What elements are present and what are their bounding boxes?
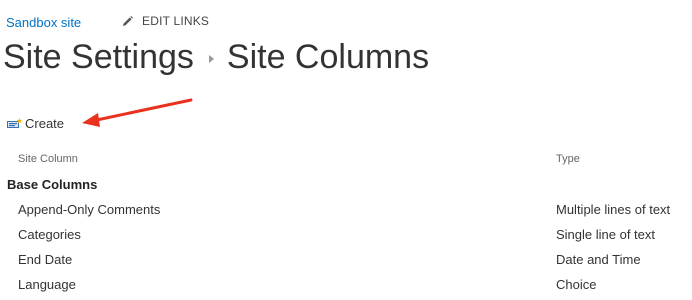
site-column-link[interactable]: Language: [18, 277, 76, 292]
site-link[interactable]: Sandbox site: [6, 15, 81, 30]
create-label: Create: [25, 116, 65, 131]
group-title: Base Columns: [7, 177, 98, 192]
edit-links-button[interactable]: EDIT LINKS: [122, 14, 209, 28]
new-column-icon: [7, 117, 23, 128]
column-type: Date and Time: [556, 252, 641, 267]
annotation-arrow-icon: [82, 98, 193, 127]
table-row: Categories Single line of text: [0, 227, 692, 247]
column-header-site-column[interactable]: Site Column: [18, 153, 78, 165]
column-header-type[interactable]: Type: [556, 153, 580, 165]
page-title: Site Settings Site Columns: [3, 34, 429, 80]
site-column-link[interactable]: Append-Only Comments: [18, 202, 160, 217]
site-column-link[interactable]: End Date: [18, 252, 72, 267]
column-type: Single line of text: [556, 227, 656, 242]
table-row: Append-Only Comments Multiple lines of t…: [0, 202, 692, 222]
column-type: Multiple lines of text: [556, 202, 671, 217]
top-nav: Sandbox site: [6, 13, 81, 31]
breadcrumb-separator-icon: [208, 55, 214, 63]
table-row: End Date Date and Time: [0, 252, 692, 272]
column-type: Choice: [556, 277, 597, 292]
pencil-icon: [123, 15, 133, 26]
edit-links-label: EDIT LINKS: [142, 14, 210, 28]
table-row: Language Choice: [0, 277, 692, 297]
site-columns-page: Sandbox site EDIT LINKS Site Settings Si…: [0, 0, 692, 300]
breadcrumb-current: Site Columns: [226, 38, 430, 76]
site-column-link[interactable]: Categories: [18, 227, 81, 242]
breadcrumb-parent[interactable]: Site Settings: [3, 34, 194, 80]
create-button[interactable]: Create: [7, 116, 64, 131]
